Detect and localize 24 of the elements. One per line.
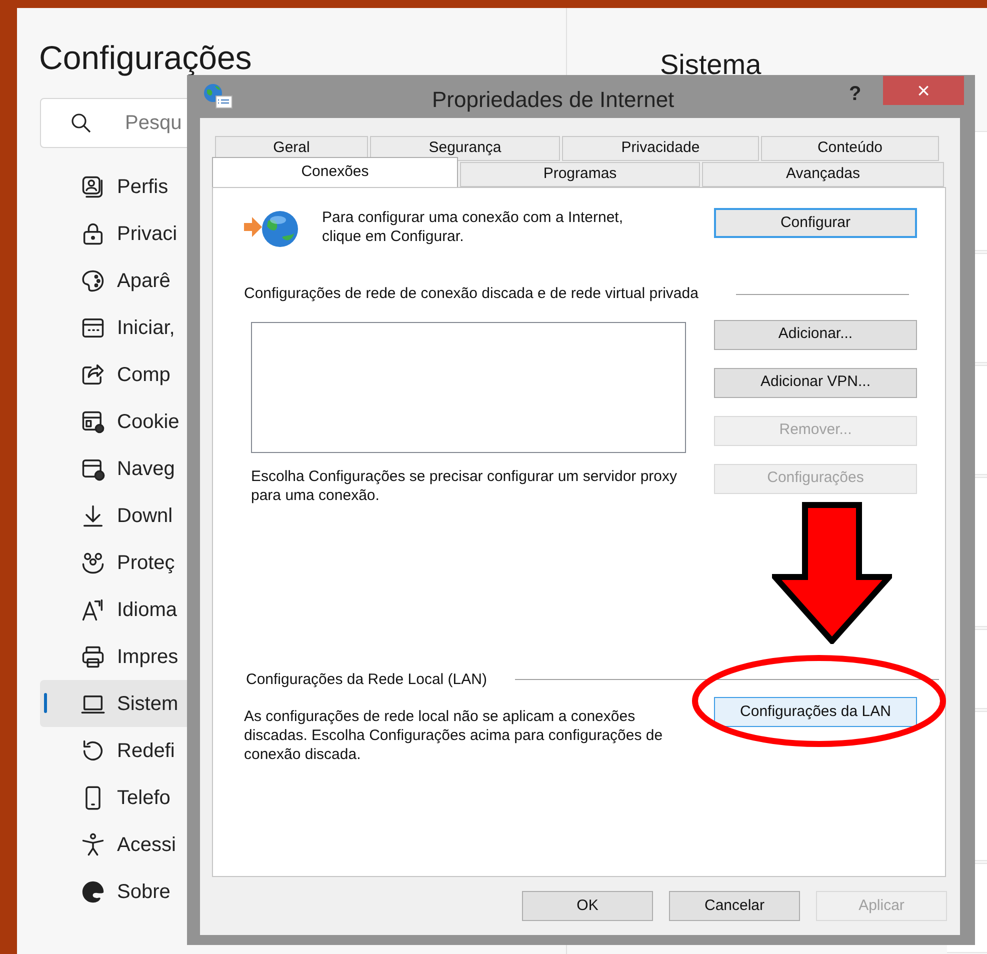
nav-label: Acessi	[117, 832, 176, 858]
nav-label: Redefi	[117, 738, 175, 764]
group-heading: Configurações de rede de conexão discada e de rede virtual privada	[244, 284, 698, 304]
page-title: Sistema	[660, 48, 762, 82]
nav-label: Telefo	[117, 786, 170, 810]
nav-label: Perfis	[117, 174, 168, 200]
group-heading: Configurações da Rede Local (LAN)	[246, 670, 487, 690]
setup-text: Para configurar uma conexão com a Internet, clique em Configurar.	[322, 208, 624, 246]
nav-label: Iniciar,	[117, 316, 175, 340]
nav-label: Downl	[117, 504, 173, 528]
nav-label: Sistem	[117, 692, 178, 716]
nav-label: Cookie	[117, 410, 180, 434]
nav-label: Comp	[117, 362, 170, 388]
nav-label: Proteç	[117, 550, 175, 576]
settings-title: Configurações	[39, 38, 253, 78]
nav-label: Impres	[117, 644, 178, 670]
dialog-title: Propriedades de Internet	[432, 86, 674, 114]
proxy-text: Escolha Configurações se precisar configurar um servidor proxy para uma conexão.	[251, 466, 678, 504]
nav-label: Sobre	[117, 880, 170, 904]
nav-label: Privaci	[117, 222, 178, 246]
nav-label: Naveg	[117, 456, 175, 482]
nav-label: Aparê	[117, 268, 170, 294]
nav-label: Idioma	[117, 598, 178, 622]
lan-text: As configurações de rede local não se aplicam a conexões discadas. Escolha Configurações acima para configurações de conexão discada.	[244, 707, 664, 764]
